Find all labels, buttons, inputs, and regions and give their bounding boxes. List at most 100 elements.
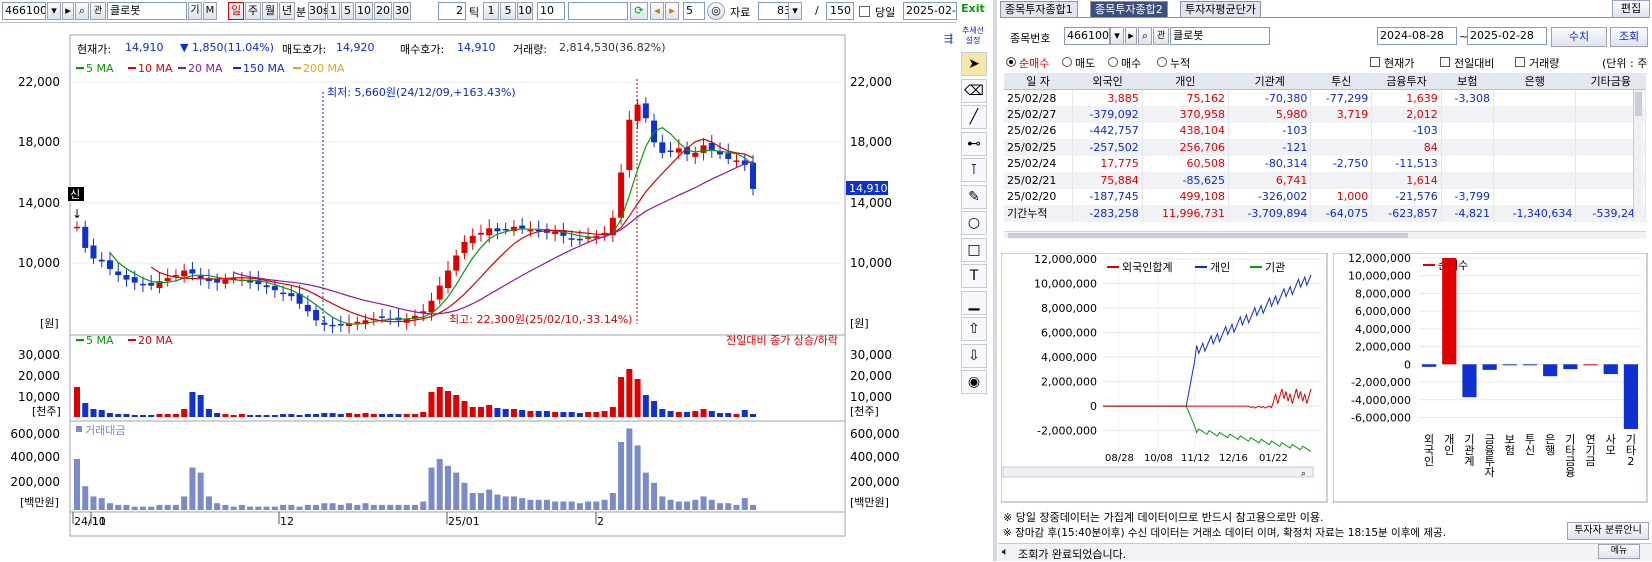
col-header[interactable]: 은행 bbox=[1493, 73, 1577, 90]
m-button[interactable]: M bbox=[203, 2, 217, 20]
table-row[interactable]: 25/02/24 17,775 60,508 -80,314 -2,750 -11,513 bbox=[1004, 155, 1646, 172]
trendline-settings-button[interactable]: 추세선 설정 bbox=[959, 26, 987, 52]
radio-3[interactable] bbox=[1157, 57, 1167, 67]
period-button-6[interactable]: 1 bbox=[327, 2, 340, 20]
data-count-dropdown[interactable]: ▾ bbox=[788, 2, 802, 20]
arrow-down-icon[interactable]: ⇩ bbox=[961, 343, 987, 368]
line-chart-scrollbar[interactable] bbox=[1002, 466, 1314, 478]
tick-step-button-0[interactable]: 1 bbox=[483, 2, 499, 20]
horizontal-line-icon[interactable]: ⊷ bbox=[961, 131, 987, 156]
exit-button[interactable]: Exit bbox=[959, 2, 987, 20]
amount-bar bbox=[667, 499, 674, 510]
table-row[interactable]: 25/02/25 -257,502 256,706 -121 84 bbox=[1004, 139, 1646, 156]
table-row[interactable]: 25/02/28 3,885 75,162 -70,380 -77,299 1,639 -3… bbox=[1004, 89, 1646, 106]
search-icon[interactable]: ⌕ bbox=[75, 2, 89, 20]
radio-2[interactable] bbox=[1108, 57, 1118, 67]
table-scrollbar[interactable] bbox=[1633, 90, 1643, 218]
table-row[interactable]: 25/02/26 -442,757 438,104 -103 -103 bbox=[1004, 122, 1646, 139]
stock-code-input[interactable]: 466100 bbox=[2, 2, 46, 20]
col-header[interactable]: 기관계 bbox=[1228, 73, 1312, 90]
table-cell: 1,000 bbox=[1310, 188, 1373, 205]
tab-1[interactable]: 종목투자종합2 bbox=[1090, 1, 1168, 17]
line-ytick: 2,000,000 bbox=[1041, 376, 1097, 389]
period-button-10[interactable]: 30 bbox=[393, 2, 411, 20]
col-header[interactable]: 투신 bbox=[1310, 73, 1373, 90]
period-button-2[interactable]: 월 bbox=[262, 2, 278, 20]
col-header[interactable]: 금융투자 bbox=[1371, 73, 1442, 90]
check-1[interactable] bbox=[1440, 57, 1450, 67]
date-input[interactable]: 2025-02- bbox=[903, 2, 957, 20]
col-header[interactable]: 일 자 bbox=[1004, 73, 1074, 90]
right-next-button[interactable]: ▸ bbox=[1125, 27, 1137, 45]
period-button-8[interactable]: 10 bbox=[355, 2, 373, 20]
search-button[interactable]: 조회 bbox=[1610, 27, 1648, 47]
expand-icon[interactable]: ⇶ bbox=[944, 32, 953, 45]
table-row[interactable]: 25/02/21 75,884 -85,625 6,741 1,614 bbox=[1004, 172, 1646, 189]
code-dropdown-button[interactable]: ▾ bbox=[47, 2, 61, 20]
tick-step-button-1[interactable]: 5 bbox=[500, 2, 516, 20]
col-header[interactable]: 기타금융 bbox=[1575, 73, 1646, 90]
table-hscroll[interactable] bbox=[1004, 231, 1646, 239]
right-related-button[interactable]: 관 bbox=[1153, 27, 1169, 45]
menu-button[interactable]: 메뉴 bbox=[1598, 544, 1640, 559]
tick-count-input[interactable]: 2 bbox=[438, 2, 466, 20]
arrow-up-icon[interactable]: ⇧ bbox=[961, 317, 987, 341]
tick-step-button-2[interactable]: 10 bbox=[517, 2, 533, 20]
ruler-icon[interactable]: ▁ bbox=[961, 290, 987, 315]
stock-chart[interactable]: ⇶ 22,000 22,000 18,000 18,000 14,000 14,000 10,… bbox=[0, 24, 957, 561]
eraser-icon[interactable]: ⌫ bbox=[961, 78, 987, 103]
zoom-icon[interactable]: ⌕ bbox=[1301, 469, 1306, 479]
radio-0[interactable] bbox=[1006, 57, 1016, 67]
table-row[interactable]: 기간누적 -283,258 11,996,731 -3,709,894 -64,075-… bbox=[1004, 205, 1646, 222]
select-cursor-icon[interactable]: ➤ bbox=[961, 52, 987, 76]
next-arrow-icon[interactable]: ▸ bbox=[665, 2, 679, 20]
volume-bar bbox=[271, 415, 278, 417]
period-button-5[interactable]: 30s bbox=[308, 2, 329, 20]
tab-0[interactable]: 종목투자종합1 bbox=[1000, 1, 1078, 17]
data-total-input[interactable]: 150 bbox=[826, 2, 854, 20]
date-to-input[interactable]: 2025-02-28 bbox=[1467, 27, 1547, 45]
step-value-input[interactable]: 5 bbox=[683, 2, 705, 20]
zoom-icon[interactable]: ◎ bbox=[707, 2, 725, 20]
numeric-button[interactable]: 수치 bbox=[1551, 27, 1607, 47]
edit-button[interactable]: 편집 bbox=[1612, 0, 1650, 18]
col-header[interactable]: 개인 bbox=[1142, 73, 1229, 90]
table-row[interactable]: 25/02/20 -187,745 499,108 -326,002 1,000 -21,… bbox=[1004, 188, 1646, 205]
period-button-7[interactable]: 5 bbox=[341, 2, 354, 20]
related-button[interactable]: 관 bbox=[90, 2, 106, 20]
tab-2[interactable]: 투자자평균단가 bbox=[1180, 1, 1261, 17]
table-row[interactable]: 25/02/27 -379,092 370,958 5,980 3,719 2,012 bbox=[1004, 106, 1646, 123]
trendline-icon[interactable]: ╱ bbox=[961, 105, 987, 129]
style-icon[interactable]: ◉ bbox=[961, 370, 987, 394]
unit-label: (단위 : 주 bbox=[1602, 57, 1648, 70]
tick-step-input[interactable]: 10 bbox=[537, 2, 565, 20]
gi-button[interactable]: 기 bbox=[188, 2, 202, 20]
refresh-icon[interactable]: ⟳ bbox=[630, 2, 648, 20]
period-button-9[interactable]: 20 bbox=[374, 2, 392, 20]
period-button-0[interactable]: 일 bbox=[228, 2, 244, 20]
check-2[interactable] bbox=[1515, 57, 1525, 67]
right-code-input[interactable]: 466100 bbox=[1064, 27, 1110, 45]
next-stock-button[interactable]: ▸ bbox=[62, 2, 74, 20]
circle-icon[interactable]: ○ bbox=[961, 211, 987, 235]
check-0[interactable] bbox=[1370, 57, 1380, 67]
period-button-1[interactable]: 주 bbox=[245, 2, 261, 20]
date-from-input[interactable]: 2024-08-28 bbox=[1377, 27, 1457, 45]
same-day-checkbox[interactable] bbox=[859, 6, 870, 17]
col-header[interactable]: 보험 bbox=[1441, 73, 1495, 90]
vertical-line-icon[interactable]: ⊺ bbox=[961, 158, 987, 182]
text-icon[interactable]: T bbox=[961, 264, 987, 288]
pencil-icon[interactable]: ✎ bbox=[961, 184, 987, 209]
period-button-3[interactable]: 년 bbox=[279, 2, 295, 20]
bar-ytick: 4,000,000 bbox=[1355, 323, 1411, 336]
radio-1[interactable] bbox=[1062, 57, 1072, 67]
investor-category-button[interactable]: 투자자 분류안니 bbox=[1567, 522, 1649, 540]
cumulative-line-chart[interactable]: 12,000,000 10,000,000 8,000,000 6,000,000 4,… bbox=[1001, 253, 1328, 503]
net-buy-bar-chart[interactable]: 12,000,000 10,000,000 8,000,000 6,000,000 4,… bbox=[1333, 253, 1648, 503]
prev-arrow-icon[interactable]: ◂ bbox=[650, 2, 664, 20]
col-header[interactable]: 외국인 bbox=[1072, 73, 1143, 90]
right-code-dropdown[interactable]: ▾ bbox=[1110, 27, 1124, 45]
blank-input[interactable] bbox=[568, 2, 628, 20]
rectangle-icon[interactable]: □ bbox=[961, 237, 987, 262]
right-search-icon[interactable]: ⌕ bbox=[1138, 27, 1152, 45]
